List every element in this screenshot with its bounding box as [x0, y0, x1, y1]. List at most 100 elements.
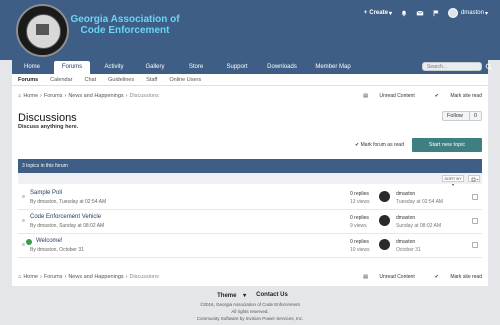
footer-powered-by[interactable]: Community Software by Invision Power Ser…	[0, 316, 500, 321]
topic-title[interactable]: Sample Poll	[30, 190, 62, 196]
last-poster-name[interactable]: dmaston	[396, 215, 415, 221]
follow-button[interactable]: Follow 0	[442, 111, 482, 121]
topics-count-header: 3 topics in this forum	[18, 159, 482, 173]
breadcrumb-current: Discussions	[129, 92, 159, 99]
last-poster-name[interactable]: dmaston	[396, 191, 415, 197]
last-post-date[interactable]: Tuesday at 02:54 AM	[396, 199, 443, 205]
breadcrumb-separator: ›	[40, 273, 42, 280]
breadcrumb-separator: ›	[64, 273, 67, 280]
breadcrumb-news[interactable]: News and Happenings	[68, 274, 123, 280]
unread-content-label: Unread Content	[379, 92, 415, 99]
unread-content-link[interactable]: ▤ Unread Content	[353, 93, 414, 99]
avatar[interactable]	[379, 215, 390, 226]
site-logo-seal[interactable]	[16, 4, 69, 57]
user-menu-button[interactable]: dmaston ▾	[447, 8, 488, 18]
envelope-icon	[416, 10, 424, 16]
filter-button[interactable]	[468, 175, 480, 182]
row-select-checkbox[interactable]	[472, 242, 478, 248]
breadcrumb-bottom: ⌂ Home › Forums › News and Happenings › Dis…	[18, 272, 161, 281]
bell-icon	[401, 10, 407, 17]
unread-icon: ▤	[363, 273, 370, 280]
avatar[interactable]	[379, 239, 390, 250]
topic-title[interactable]: Code Enforcement Vehicle	[30, 214, 101, 220]
avatar	[447, 8, 458, 18]
site-title[interactable]: Georgia Association of Code Enforcement	[70, 14, 180, 36]
reports-button[interactable]	[432, 9, 440, 17]
breadcrumb-home[interactable]: Home	[23, 274, 38, 280]
tab-gallery[interactable]: Gallery	[137, 61, 173, 74]
create-menu-button[interactable]: + Create ▾	[364, 10, 392, 17]
table-row[interactable]: Welcome! By dmaston, October 31 0 replie…	[18, 234, 482, 258]
last-poster-name[interactable]: dmaston	[396, 239, 415, 245]
unread-dot-icon	[22, 243, 25, 246]
flag-icon	[433, 10, 439, 17]
unread-dot-icon	[22, 195, 25, 198]
breadcrumb-forums[interactable]: Forums	[44, 274, 63, 280]
mark-forum-read-link[interactable]: ✔ Mark forum as read	[355, 142, 404, 148]
contact-us-link[interactable]: Contact Us	[256, 292, 288, 300]
unread-icon: ▤	[363, 92, 370, 99]
tab-home[interactable]: Home	[16, 61, 48, 74]
row-select-checkbox[interactable]	[472, 194, 478, 200]
tab-forums[interactable]: Forums	[54, 61, 90, 74]
unread-content-label: Unread Content	[379, 273, 415, 280]
messages-button[interactable]	[416, 9, 424, 17]
topic-replies: 0 replies	[350, 239, 369, 245]
theme-menu[interactable]: Theme ▾	[212, 292, 246, 300]
page-title: Discussions	[18, 112, 77, 124]
breadcrumb-current: Discussions	[129, 273, 159, 280]
plus-icon: +	[363, 10, 368, 16]
topic-views: 9 views	[350, 223, 367, 229]
home-icon: ⌂	[18, 92, 22, 99]
tab-support[interactable]: Support	[219, 61, 255, 74]
start-new-topic-button[interactable]: Start new topic	[412, 138, 482, 152]
row-select-checkbox[interactable]	[472, 218, 478, 224]
breadcrumb: ⌂ Home › Forums › News and Happenings › Dis…	[18, 91, 161, 100]
search-input[interactable]: Search...	[422, 62, 493, 71]
subnav-online-users[interactable]: Online Users	[169, 77, 201, 83]
sort-by-button[interactable]: SORT BY ▾	[442, 175, 464, 187]
breadcrumb-news[interactable]: News and Happenings	[68, 93, 123, 99]
notifications-button[interactable]	[400, 9, 408, 17]
footer-links: Theme ▾ Contact Us	[0, 292, 500, 300]
breadcrumb-separator: ›	[125, 273, 128, 280]
theme-label: Theme	[217, 293, 237, 299]
breadcrumb-forums[interactable]: Forums	[44, 93, 63, 99]
breadcrumb-home[interactable]: Home	[23, 93, 38, 99]
follow-label: Follow	[447, 113, 463, 119]
sort-by-label: SORT BY	[444, 176, 462, 181]
unread-dot-icon	[22, 219, 25, 222]
search-placeholder: Search...	[427, 64, 448, 70]
subnav-guidelines[interactable]: Guidelines	[108, 77, 134, 83]
topic-title[interactable]: Welcome!	[36, 238, 63, 244]
last-post-date[interactable]: Sunday at 08:02 AM	[396, 223, 441, 229]
avatar[interactable]	[379, 191, 390, 202]
subnav-calendar[interactable]: Calendar	[50, 77, 72, 83]
tab-downloads[interactable]: Downloads	[260, 61, 304, 74]
subnav-forums[interactable]: Forums	[18, 77, 38, 83]
topic-meta: By dmaston, Sunday at 08:02 AM	[30, 223, 105, 229]
primary-nav: Home Forums Activity Gallery Store Suppo…	[12, 60, 493, 74]
tab-activity[interactable]: Activity	[96, 61, 132, 74]
home-icon: ⌂	[18, 273, 22, 280]
breadcrumb-separator: ›	[64, 92, 67, 99]
topic-replies: 0 replies	[350, 191, 369, 197]
table-row[interactable]: Sample Poll By dmaston, Tuesday at 02:54…	[18, 186, 482, 210]
unread-content-link[interactable]: ▤ Unread Content	[353, 274, 414, 280]
page-description: Discuss anything here.	[18, 124, 79, 130]
site-header: Georgia Association of Code Enforcement …	[0, 0, 500, 60]
globe-icon	[26, 239, 32, 245]
filter-icon	[471, 177, 479, 182]
mark-site-read-label: Mark site read	[450, 92, 482, 99]
tab-store[interactable]: Store	[178, 61, 214, 74]
breadcrumb-separator: ›	[125, 92, 128, 99]
tab-member-map[interactable]: Member Map	[309, 61, 357, 74]
last-post-date[interactable]: October 31	[396, 247, 421, 253]
mark-site-read-link[interactable]: ✔ Mark site read	[425, 274, 482, 280]
table-row[interactable]: Code Enforcement Vehicle By dmaston, Sun…	[18, 210, 482, 234]
search-icon[interactable]	[485, 63, 493, 71]
mark-site-read-link[interactable]: ✔ Mark site read	[425, 93, 482, 99]
subnav-chat[interactable]: Chat	[85, 77, 97, 83]
user-bar: + Create ▾ dmaston ▾	[356, 7, 488, 19]
subnav-staff[interactable]: Staff	[146, 77, 157, 83]
